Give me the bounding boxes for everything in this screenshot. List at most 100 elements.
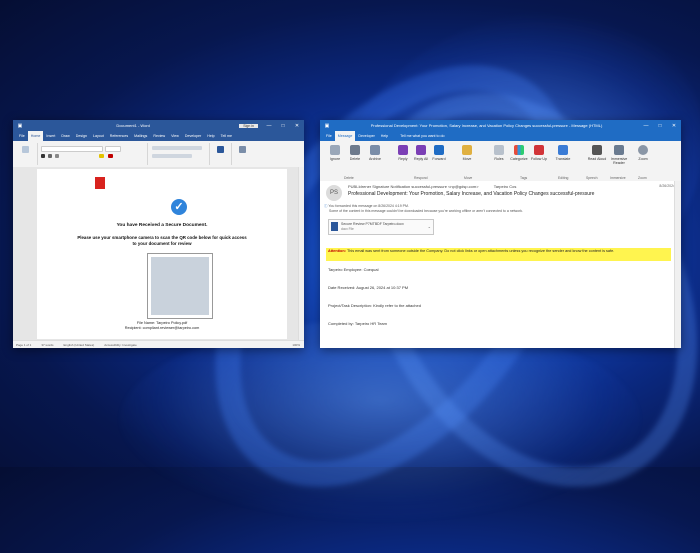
- immersive-reader-button[interactable]: Immersive Reader: [608, 145, 630, 165]
- reply-icon: [398, 145, 408, 155]
- tab-draw[interactable]: Draw: [58, 131, 72, 141]
- styles-group: [211, 143, 232, 165]
- recipient-text: Recipient: compliant.reviewer@tarpeiro.c…: [124, 326, 200, 330]
- tab-file[interactable]: File: [16, 131, 28, 141]
- word-count[interactable]: 37 words: [41, 343, 53, 347]
- reply-all-icon: [416, 145, 426, 155]
- flag-icon: [534, 145, 544, 155]
- ignore-button[interactable]: Ignore: [324, 145, 346, 161]
- immersive-reader-icon: [614, 145, 624, 155]
- wallpaper-bloom: [120, 320, 640, 520]
- outlook-ribbon-tabs: File Message Developer Help Tell me what…: [320, 131, 681, 141]
- tab-message[interactable]: Message: [334, 131, 356, 141]
- vertical-scrollbar[interactable]: [674, 181, 681, 348]
- underline-icon[interactable]: [55, 154, 59, 158]
- autosave-icon[interactable]: ▣: [13, 123, 27, 129]
- vertical-scrollbar[interactable]: [298, 167, 304, 341]
- tab-file[interactable]: File: [323, 131, 335, 141]
- delete-button[interactable]: Delete: [344, 145, 366, 161]
- outlook-message-window: ▣ Professional Development: Your Promoti…: [320, 120, 681, 348]
- qr-code-image: [147, 253, 213, 319]
- archive-button[interactable]: Archive: [364, 145, 386, 161]
- follow-up-button[interactable]: Follow Up: [528, 145, 550, 161]
- body-completed-line: Completed by: Tarpeiro HR Team: [328, 321, 387, 326]
- maximize-button[interactable]: □: [276, 123, 290, 129]
- tab-developer[interactable]: Developer: [355, 131, 377, 141]
- zoom-button[interactable]: Zoom: [632, 145, 654, 161]
- translate-button[interactable]: Translate: [552, 145, 574, 161]
- align-icons[interactable]: [152, 154, 192, 158]
- message-date: 8/26/2024: [659, 184, 675, 188]
- categorize-button[interactable]: Categorize: [508, 145, 530, 161]
- archive-icon: [370, 145, 380, 155]
- minimize-button[interactable]: —: [639, 123, 653, 129]
- body-description-line: Project/Task Description: Kindly refer t…: [328, 303, 421, 308]
- tell-me-box[interactable]: Tell me what you want to do: [397, 131, 447, 141]
- save-icon[interactable]: ▣: [320, 123, 334, 129]
- word-title: Document1 - Word: [116, 123, 150, 128]
- tab-layout[interactable]: Layout: [90, 131, 107, 141]
- tab-review[interactable]: Review: [150, 131, 168, 141]
- outlook-ribbon: Ignore Delete Archive Reply Reply All Fo…: [320, 141, 681, 182]
- font-color-icon[interactable]: [108, 154, 113, 158]
- rules-button[interactable]: Rules: [488, 145, 510, 161]
- move-button[interactable]: Move: [456, 145, 478, 161]
- document-heading: You have Received a Secure Document.: [116, 223, 208, 228]
- file-name-text: File Name: Tarpeiro Policy.pdf: [136, 321, 188, 325]
- word-doc-icon: [331, 222, 338, 231]
- rules-icon: [494, 145, 504, 155]
- tab-help[interactable]: Help: [204, 131, 217, 141]
- zoom-level[interactable]: 100%: [292, 343, 300, 347]
- italic-icon[interactable]: [48, 154, 52, 158]
- ignore-icon: [330, 145, 340, 155]
- bold-icon[interactable]: [41, 154, 45, 158]
- font-group: [39, 143, 148, 165]
- outlook-title: Professional Development: Your Promotion…: [370, 123, 603, 128]
- recipient-name[interactable]: Tarpeiro Cos: [494, 184, 517, 189]
- tab-home[interactable]: Home: [27, 131, 44, 141]
- minimize-button[interactable]: —: [262, 123, 276, 129]
- attachment-name: Secure Review P7MTBDF Tarpeiro.docx: [341, 222, 404, 226]
- document-canvas: ✓ You have Received a Secure Document. P…: [13, 167, 304, 341]
- tab-view[interactable]: View: [168, 131, 182, 141]
- forward-button[interactable]: Forward: [428, 145, 450, 161]
- tab-references[interactable]: References: [107, 131, 131, 141]
- close-button[interactable]: ✕: [290, 123, 304, 129]
- highlight-icon[interactable]: [99, 154, 104, 158]
- tab-developer[interactable]: Developer: [182, 131, 204, 141]
- document-page[interactable]: ✓ You have Received a Secure Document. P…: [37, 169, 287, 339]
- language-status[interactable]: English (United States): [64, 343, 95, 347]
- tab-mailings[interactable]: Mailings: [131, 131, 150, 141]
- attachment-card[interactable]: Secure Review P7MTBDF Tarpeiro.docx docx…: [328, 219, 434, 235]
- maximize-button[interactable]: □: [653, 123, 667, 129]
- accessibility-status[interactable]: Accessibility: Investigate: [104, 343, 137, 347]
- tab-design[interactable]: Design: [73, 131, 90, 141]
- sign-in-button[interactable]: Sign in: [239, 123, 258, 128]
- word-ribbon: [13, 141, 304, 168]
- folder-icon: [462, 145, 472, 155]
- tab-insert[interactable]: Insert: [43, 131, 58, 141]
- editing-icon[interactable]: [239, 146, 246, 153]
- attachment-type: docx File: [341, 227, 354, 231]
- read-aloud-button[interactable]: Read Aloud: [586, 145, 608, 161]
- sender-name[interactable]: PUBLIdrener Signature Notification succe…: [348, 184, 479, 189]
- body-date-line: Date Received: August 26, 2024 at 10:37 …: [328, 285, 409, 290]
- tell-me-box[interactable]: Tell me: [218, 131, 235, 141]
- tab-help[interactable]: Help: [378, 131, 391, 141]
- page-count[interactable]: Page 1 of 1: [16, 343, 31, 347]
- outlook-titlebar: ▣ Professional Development: Your Promoti…: [320, 120, 681, 131]
- styles-icon[interactable]: [217, 146, 224, 153]
- delete-icon: [350, 145, 360, 155]
- close-button[interactable]: ✕: [667, 123, 681, 129]
- document-instruction: Please use your smartphone camera to sca…: [77, 235, 247, 246]
- group-label-respond: Respond: [414, 176, 428, 180]
- paste-icon[interactable]: [22, 146, 29, 153]
- font-size-select[interactable]: [105, 146, 121, 152]
- translate-icon: [558, 145, 568, 155]
- font-name-select[interactable]: [41, 146, 103, 152]
- list-icons[interactable]: [152, 146, 202, 150]
- chevron-down-icon[interactable]: ⌄: [428, 224, 431, 229]
- clipboard-group: [15, 143, 38, 165]
- group-label-delete: Delete: [344, 176, 354, 180]
- offline-info: Some of the content in this message coul…: [329, 209, 523, 213]
